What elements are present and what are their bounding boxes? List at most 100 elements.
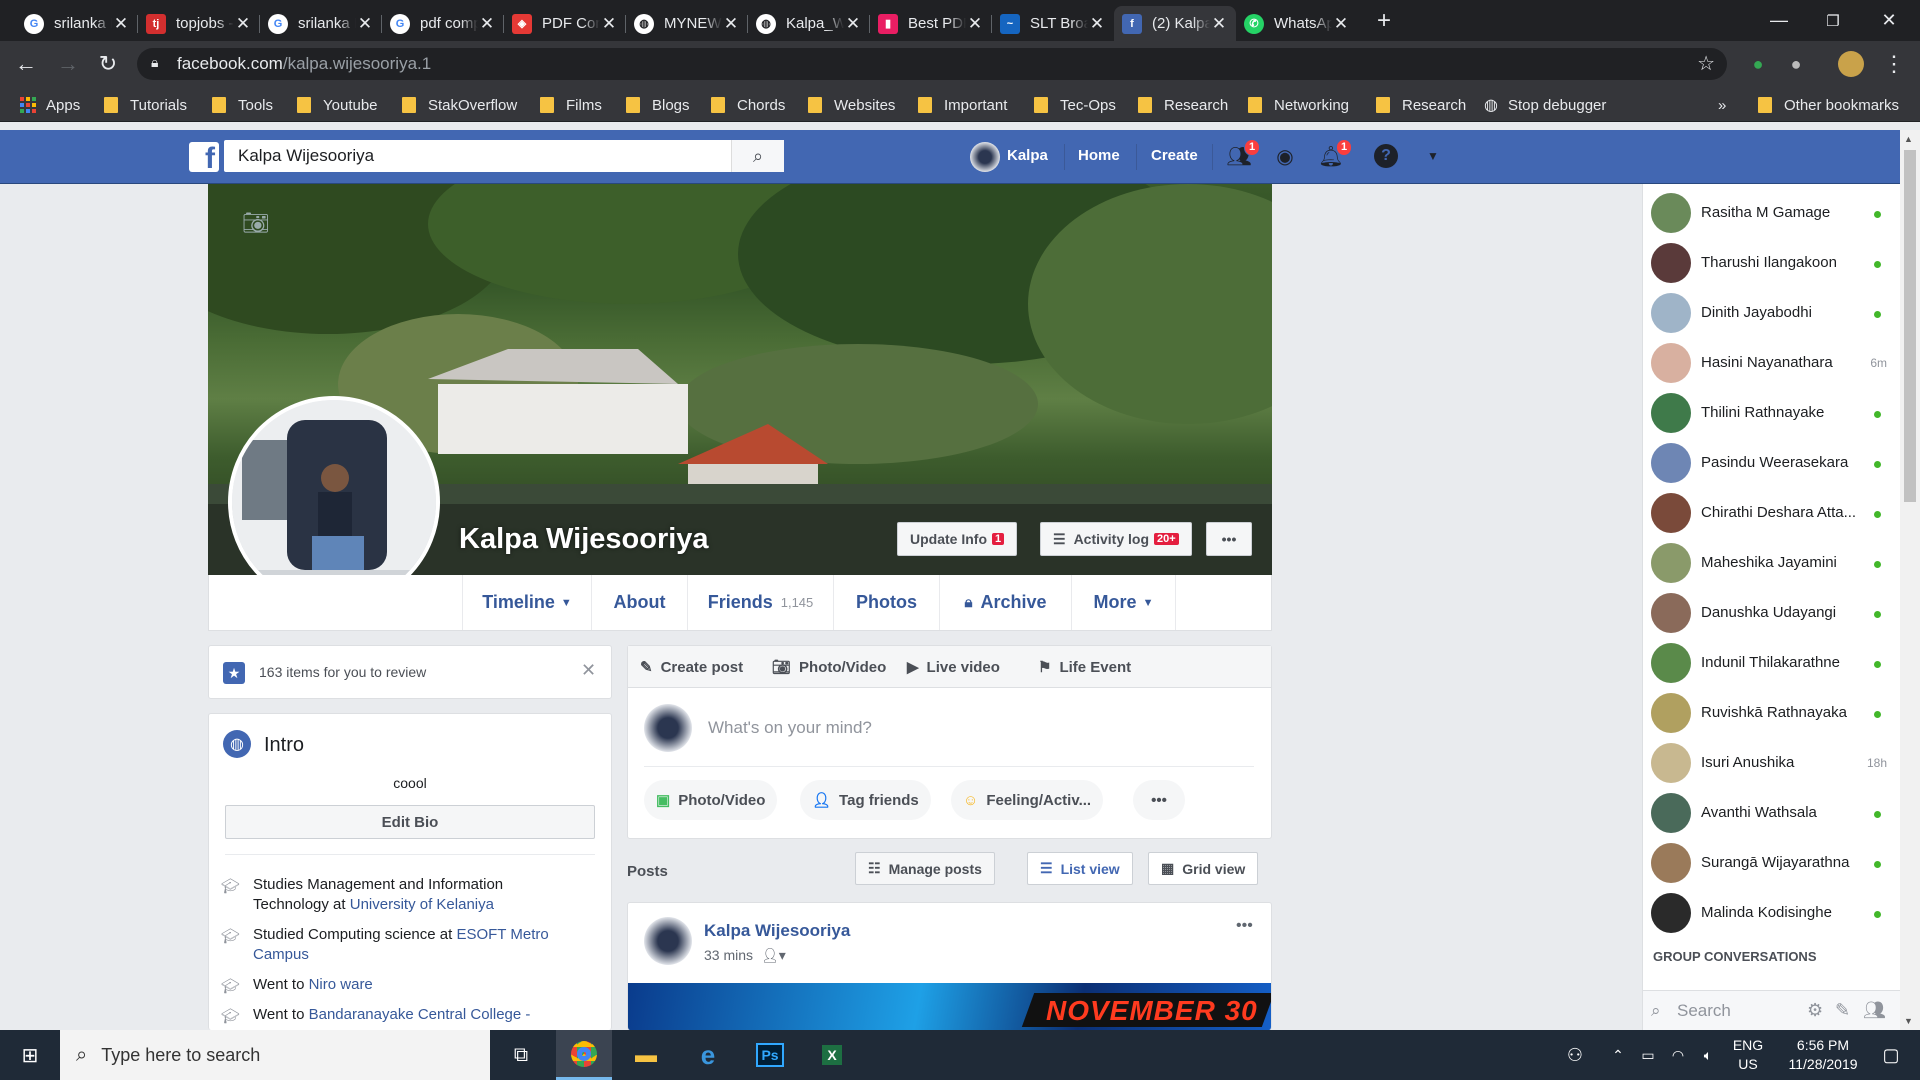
search-input[interactable]: Kalpa Wijesooriya <box>224 140 784 172</box>
bookmark-folder[interactable]: Research <box>1138 94 1228 116</box>
bookmark-folder[interactable]: Blogs <box>626 94 690 116</box>
browser-tab[interactable]: ◈PDF Comp✕ <box>504 6 626 41</box>
chat-contact[interactable]: Malinda Kodisinghe <box>1651 893 1887 937</box>
restore-button[interactable]: ❐ <box>1810 0 1856 41</box>
edit-bio-button[interactable]: Edit Bio <box>225 805 595 839</box>
composer-photo-video-button[interactable]: ▣ Photo/Video <box>644 780 778 820</box>
scrollbar-thumb[interactable] <box>1904 150 1916 502</box>
post-author-name[interactable]: Kalpa Wijesooriya <box>704 921 850 941</box>
browser-tab[interactable]: ◍MYNEW C✕ <box>626 6 748 41</box>
life-event-tab[interactable]: ⚑ Life Event <box>1038 658 1131 677</box>
chat-contact[interactable]: Surangā Wijayarathna <box>1651 843 1887 887</box>
bookmark-stop-debugger[interactable]: ◍ Stop debugger <box>1484 94 1606 116</box>
tab-photos[interactable]: Photos <box>834 575 940 630</box>
close-icon[interactable]: ✕ <box>966 14 984 34</box>
chat-search-input[interactable]: Search <box>1677 1001 1731 1021</box>
chrome-taskbar-icon[interactable] <box>556 1030 612 1080</box>
composer-feeling-button[interactable]: ☺ Feeling/Activ... <box>951 780 1104 820</box>
language-indicator[interactable]: ENG US <box>1726 1030 1770 1080</box>
people-icon[interactable]: ⚇ <box>1560 1030 1590 1080</box>
other-bookmarks[interactable]: Other bookmarks <box>1758 94 1899 116</box>
search-button[interactable]: ⌕ <box>731 140 784 172</box>
star-icon[interactable]: ☆ <box>1697 51 1715 76</box>
excel-icon[interactable]: X <box>804 1030 860 1080</box>
dismiss-review-icon[interactable]: ✕ <box>581 660 596 681</box>
bookmark-folder[interactable]: Important <box>918 94 1007 116</box>
tray-chevron-icon[interactable]: ⌃ <box>1604 1030 1632 1080</box>
browser-tab[interactable]: Gsrilanka IT✕ <box>16 6 138 41</box>
browser-tab[interactable]: ~SLT Broad✕ <box>992 6 1114 41</box>
close-icon[interactable]: ✕ <box>1210 14 1228 34</box>
composer-input[interactable]: What's on your mind? <box>708 718 872 738</box>
taskbar-search-box[interactable]: ⌕ Type here to search <box>60 1030 490 1080</box>
chat-contact[interactable]: Thilini Rathnayake <box>1651 393 1887 437</box>
niroware-link[interactable]: Niro ware <box>309 976 373 993</box>
tab-more[interactable]: More ▼ <box>1072 575 1176 630</box>
bookmark-folder[interactable]: StakOverflow <box>402 94 517 116</box>
bookmark-folder[interactable]: Tools <box>212 94 273 116</box>
wifi-icon[interactable]: ◠ <box>1664 1030 1692 1080</box>
bookmark-folder[interactable]: Research <box>1376 94 1466 116</box>
profile-avatar-icon[interactable] <box>1838 51 1864 77</box>
volume-icon[interactable]: 🔈︎ <box>1694 1030 1722 1080</box>
battery-icon[interactable]: ▭ <box>1634 1030 1662 1080</box>
browser-tab[interactable]: Gpdf compr✕ <box>382 6 504 41</box>
back-icon[interactable]: ← <box>12 50 40 78</box>
chat-contact[interactable]: Avanthi Wathsala <box>1651 793 1887 837</box>
tab-archive[interactable]: 🔒︎ Archive <box>940 575 1072 630</box>
chat-contact[interactable]: Indunil Thilakarathne <box>1651 643 1887 687</box>
browser-tab[interactable]: ◍Kalpa_Wij✕ <box>748 6 870 41</box>
file-explorer-icon[interactable]: ▬ <box>618 1030 674 1080</box>
composer-tag-friends-button[interactable]: 👤︎ Tag friends <box>800 780 931 820</box>
minimize-button[interactable]: — <box>1756 0 1802 41</box>
new-message-icon[interactable]: ✎ <box>1835 1000 1850 1021</box>
new-group-icon[interactable]: 👥︎ <box>1863 1000 1886 1021</box>
forward-icon[interactable]: → <box>54 50 82 78</box>
task-view-icon[interactable]: ⧉ <box>496 1030 546 1080</box>
create-post-tab[interactable]: ✎ Create post <box>640 658 743 677</box>
tab-friends[interactable]: Friends 1,145 <box>688 575 834 630</box>
facebook-logo-icon[interactable]: f <box>189 142 219 172</box>
nav-home-link[interactable]: Home <box>1078 147 1120 164</box>
live-video-tab[interactable]: ▶ Live video <box>907 658 1000 677</box>
close-icon[interactable]: ✕ <box>844 14 862 34</box>
bookmark-folder[interactable]: Chords <box>711 94 785 116</box>
grammarly-icon[interactable]: ● <box>1744 50 1772 78</box>
page-scrollbar[interactable]: ▲ ▼ <box>1900 130 1920 1030</box>
chat-contact[interactable]: Pasindu Weerasekara <box>1651 443 1887 487</box>
browser-tab[interactable]: ✆WhatsApp✕ <box>1236 6 1358 41</box>
chat-contact[interactable]: Ruvishkā Rathnayaka <box>1651 693 1887 737</box>
more-options-button[interactable]: ••• <box>1206 522 1252 556</box>
chat-contact[interactable]: Isuri Anushika 18h <box>1651 743 1887 787</box>
chat-contact[interactable]: Rasitha M Gamage <box>1651 193 1887 237</box>
tab-about[interactable]: About <box>592 575 688 630</box>
nav-create-link[interactable]: Create <box>1151 147 1198 164</box>
grid-view-button[interactable]: ▦ Grid view <box>1148 852 1259 885</box>
address-bar[interactable]: 🔒︎ facebook.com/kalpa.wijesooriya.1 ☆ <box>137 48 1727 80</box>
scroll-down-icon[interactable]: ▼ <box>1904 1016 1913 1026</box>
close-icon[interactable]: ✕ <box>1088 14 1106 34</box>
close-window-button[interactable]: ✕ <box>1866 0 1912 41</box>
chat-contact[interactable]: Maheshika Jayamini <box>1651 543 1887 587</box>
activity-log-button[interactable]: ☰ Activity log 20+ <box>1040 522 1192 556</box>
bookmark-folder[interactable]: Films <box>540 94 602 116</box>
browser-tab[interactable]: tj topjobs - ✕ <box>138 6 260 41</box>
photoshop-icon[interactable]: Ps <box>742 1030 798 1080</box>
bookmark-folder[interactable]: Networking <box>1248 94 1349 116</box>
composer-more-button[interactable]: ••• <box>1133 780 1185 820</box>
close-icon[interactable]: ✕ <box>356 14 374 34</box>
manage-posts-button[interactable]: ☷ Manage posts <box>855 852 995 885</box>
chat-contact[interactable]: Dinith Jayabodhi <box>1651 293 1887 337</box>
bookmark-folder[interactable]: Websites <box>808 94 895 116</box>
bookmark-folder[interactable]: Youtube <box>297 94 378 116</box>
gear-icon[interactable]: ⚙ <box>1807 1000 1823 1021</box>
help-icon[interactable]: ? <box>1374 144 1398 168</box>
audience-icon[interactable]: 👤︎▾ <box>761 947 786 963</box>
post-timestamp[interactable]: 33 mins 👤︎▾ <box>704 947 786 964</box>
bookmark-folder[interactable]: Tec-Ops <box>1034 94 1116 116</box>
bookmark-apps[interactable]: Apps <box>20 94 80 116</box>
bookmarks-overflow-button[interactable]: » <box>1718 94 1726 116</box>
chat-contact[interactable]: Tharushi Ilangakoon <box>1651 243 1887 287</box>
extension-icon[interactable]: ● <box>1782 50 1810 78</box>
chat-contact[interactable]: Hasini Nayanathara 6m <box>1651 343 1887 387</box>
